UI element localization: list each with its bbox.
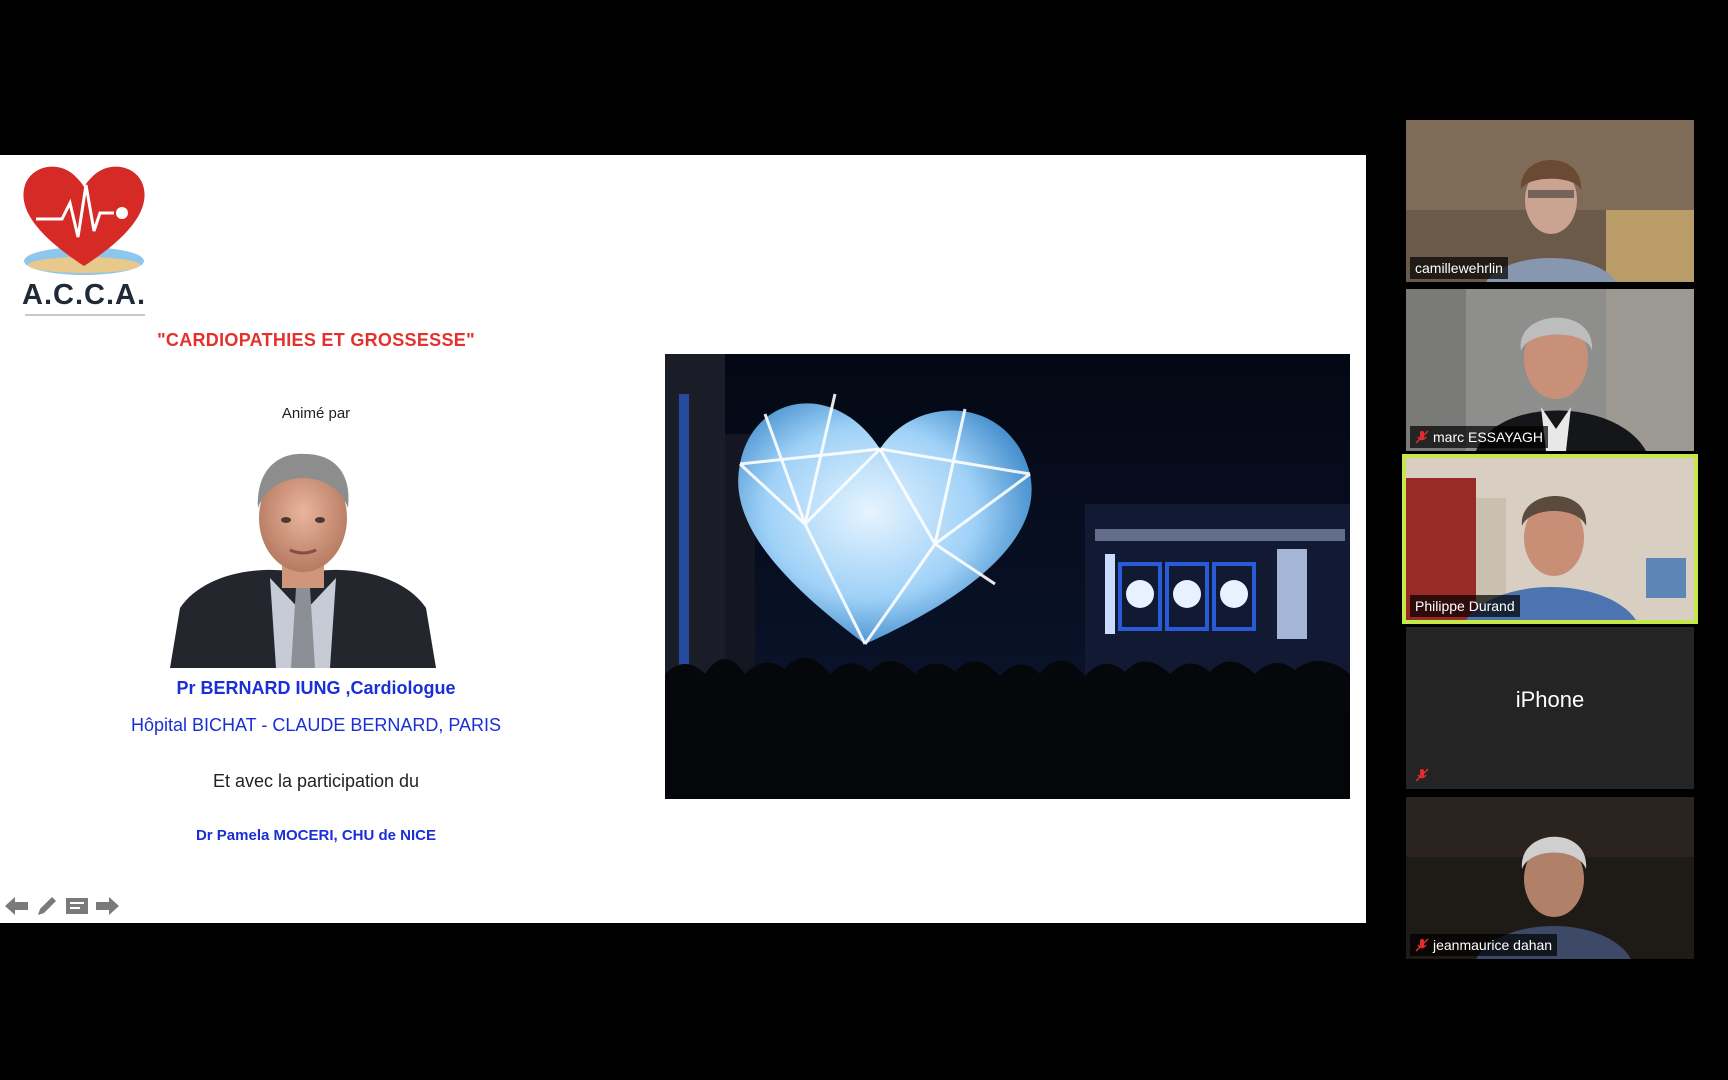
participant-tile[interactable]: marc ESSAYAGH — [1406, 289, 1694, 451]
shared-screen-slide: A.C.C.A. "CARDIOPATHIES ET GROSSESSE" An… — [0, 155, 1366, 923]
previous-slide-button[interactable] — [4, 893, 30, 919]
participant-name: camillewehrlin — [1415, 260, 1503, 276]
participant-name-center: iPhone — [1515, 687, 1585, 712]
arrow-right-icon — [96, 897, 119, 915]
arrow-left-icon — [5, 897, 28, 915]
next-slide-button[interactable] — [94, 893, 120, 919]
notes-icon — [66, 898, 88, 914]
speaker-hospital: Hôpital BICHAT - CLAUDE BERNARD, PARIS — [130, 715, 502, 735]
participant-mute-indicator — [1410, 764, 1434, 786]
slide-title: "CARDIOPATHIES ET GROSSESSE" — [157, 330, 475, 350]
anime-par-label: Animé par — [281, 405, 351, 422]
participant-name: marc ESSAYAGH — [1433, 429, 1543, 445]
mic-muted-icon — [1415, 938, 1429, 952]
participant-name-label: marc ESSAYAGH — [1410, 426, 1548, 448]
notes-button[interactable] — [64, 893, 90, 919]
pen-tool-button[interactable] — [34, 893, 60, 919]
participant-tile[interactable]: iPhone — [1406, 627, 1694, 789]
speaker-name: Pr BERNARD IUNG ,Cardiologue — [176, 678, 456, 698]
participant-doctor: Dr Pamela MOCERI, CHU de NICE — [195, 827, 437, 844]
participant-name: jeanmaurice dahan — [1433, 937, 1553, 953]
participant-name: Philippe Durand — [1415, 598, 1515, 614]
acca-logo: A.C.C.A. — [18, 161, 150, 316]
participant-tile[interactable]: camillewehrlin — [1406, 120, 1694, 282]
mic-muted-icon — [1415, 430, 1429, 444]
logo-text: A.C.C.A. — [22, 279, 146, 311]
mic-muted-icon — [1415, 768, 1429, 782]
illuminated-heart-photo — [665, 354, 1350, 799]
presenter-photo — [170, 438, 436, 668]
logo-divider — [25, 314, 145, 316]
active-speaker-tile[interactable]: Philippe Durand — [1402, 454, 1698, 624]
slide-tools — [4, 893, 120, 919]
participant-name-label: jeanmaurice dahan — [1410, 934, 1558, 956]
heart-logo-icon — [23, 166, 145, 275]
participation-label: Et avec la participation du — [212, 771, 420, 791]
participant-tile[interactable]: jeanmaurice dahan — [1406, 797, 1694, 959]
participant-name-label: camillewehrlin — [1410, 257, 1508, 279]
participant-name-label: Philippe Durand — [1410, 595, 1520, 617]
pencil-icon — [38, 897, 56, 915]
